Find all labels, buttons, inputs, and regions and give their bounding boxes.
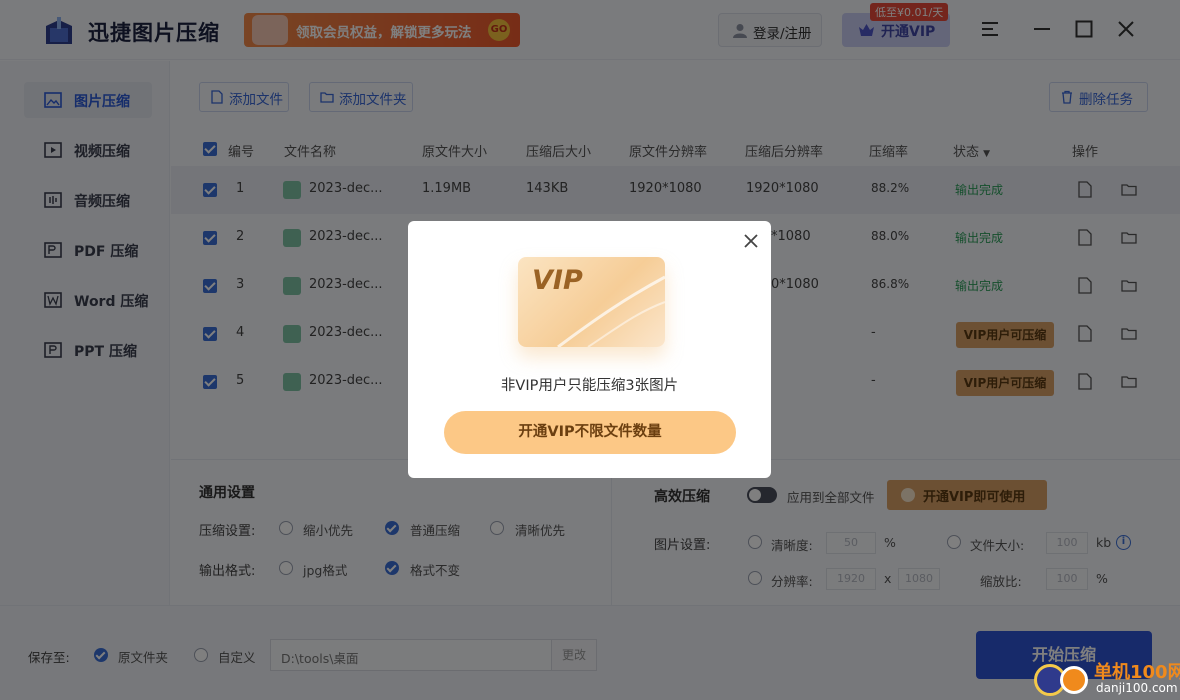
watermark-logo-icon [1060,666,1088,694]
vip-limit-dialog: VIP 非VIP用户只能压缩3张图片 开通VIP不限文件数量 [408,221,771,478]
vip-card-swoosh-icon [557,275,665,347]
dialog-message: 非VIP用户只能压缩3张图片 [500,378,679,394]
vip-card-image: VIP [518,257,665,347]
site-watermark: 单机100网 danji100.com [1030,652,1180,700]
watermark-url: danji100.com [1096,681,1178,695]
open-vip-unlimited-button[interactable]: 开通VIP不限文件数量 [444,411,736,454]
dialog-close-icon[interactable] [743,233,759,249]
